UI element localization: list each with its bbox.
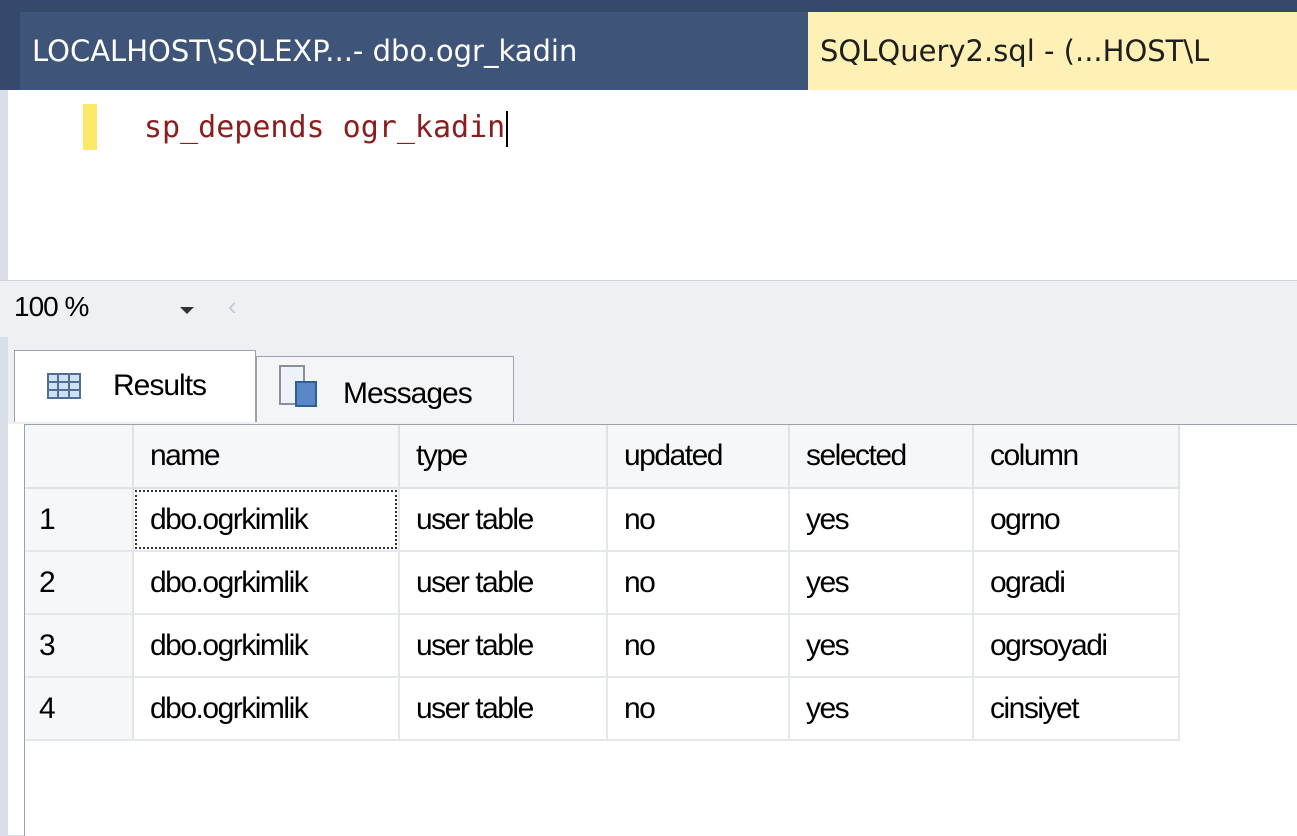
cell-selected[interactable]: yes [789, 614, 974, 678]
scroll-left-arrow-icon[interactable]: ‹ [228, 291, 237, 322]
cell-column[interactable]: cinsiyet [973, 677, 1180, 741]
editor-margin [8, 90, 68, 280]
tab-messages[interactable]: Messages [256, 356, 514, 422]
cell-column[interactable]: ogrsoyadi [973, 614, 1180, 678]
column-header[interactable]: selected [789, 425, 974, 489]
column-header[interactable]: column [973, 425, 1180, 489]
corner-cell[interactable] [25, 425, 134, 489]
results-grid: name type updated selected column 1 dbo.… [24, 424, 1297, 836]
cell-type[interactable]: user table [399, 551, 608, 615]
tab-localhost-table[interactable]: LOCALHOST\SQLEXP...- dbo.ogr_kadin [20, 12, 810, 90]
cell-name[interactable]: dbo.ogrkimlik [133, 677, 400, 741]
row-number[interactable]: 1 [25, 488, 134, 552]
text-caret [506, 110, 509, 147]
row-number[interactable]: 3 [25, 614, 134, 678]
cell-type[interactable]: user table [399, 488, 608, 552]
column-header[interactable]: type [399, 425, 608, 489]
cell-type[interactable]: user table [399, 614, 608, 678]
table-row[interactable]: 4 dbo.ogrkimlik user table no yes cinsiy… [25, 677, 1180, 741]
query-editor[interactable]: sp_depends ogr_kadin [8, 90, 1297, 280]
table-row[interactable]: 2 dbo.ogrkimlik user table no yes ogradi [25, 551, 1180, 615]
cell-name[interactable]: dbo.ogrkimlik [133, 614, 400, 678]
row-number[interactable]: 4 [25, 677, 134, 741]
tab-results[interactable]: Results [14, 350, 256, 422]
cell-name[interactable]: dbo.ogrkimlik [133, 488, 400, 552]
tab-sqlquery2[interactable]: SQLQuery2.sql - (...HOST\L [808, 12, 1297, 90]
column-header[interactable]: name [133, 425, 400, 489]
cell-updated[interactable]: no [607, 551, 790, 615]
row-number[interactable]: 2 [25, 551, 134, 615]
cell-selected[interactable]: yes [789, 551, 974, 615]
code-line[interactable]: sp_depends ogr_kadin [144, 106, 509, 150]
results-pane: Results Messages name type updated selec… [8, 336, 1297, 836]
zoom-level[interactable]: 100 % [14, 291, 89, 323]
document-tab-strip: LOCALHOST\SQLEXP...- dbo.ogr_kadin SQLQu… [0, 0, 1297, 90]
results-table: name type updated selected column 1 dbo.… [25, 425, 1180, 741]
cell-updated[interactable]: no [607, 488, 790, 552]
messages-icon [279, 365, 317, 407]
cell-column[interactable]: ogradi [973, 551, 1180, 615]
table-row[interactable]: 3 dbo.ogrkimlik user table no yes ogrsoy… [25, 614, 1180, 678]
change-indicator-bar [83, 104, 97, 150]
cell-updated[interactable]: no [607, 614, 790, 678]
cell-name[interactable]: dbo.ogrkimlik [133, 551, 400, 615]
tab-messages-label: Messages [343, 377, 473, 410]
grid-icon [47, 373, 81, 399]
cell-selected[interactable]: yes [789, 677, 974, 741]
zoom-dropdown-arrow-icon[interactable] [180, 307, 194, 314]
table-row[interactable]: 1 dbo.ogrkimlik user table no yes ogrno [25, 488, 1180, 552]
code-text: sp_depends ogr_kadin [144, 110, 506, 145]
cell-updated[interactable]: no [607, 677, 790, 741]
cell-selected[interactable]: yes [789, 488, 974, 552]
column-header[interactable]: updated [607, 425, 790, 489]
cell-type[interactable]: user table [399, 677, 608, 741]
cell-column[interactable]: ogrno [973, 488, 1180, 552]
zoom-bar: 100 % ‹ [0, 280, 1297, 337]
header-row: name type updated selected column [25, 425, 1180, 489]
tab-results-label: Results [113, 369, 207, 402]
